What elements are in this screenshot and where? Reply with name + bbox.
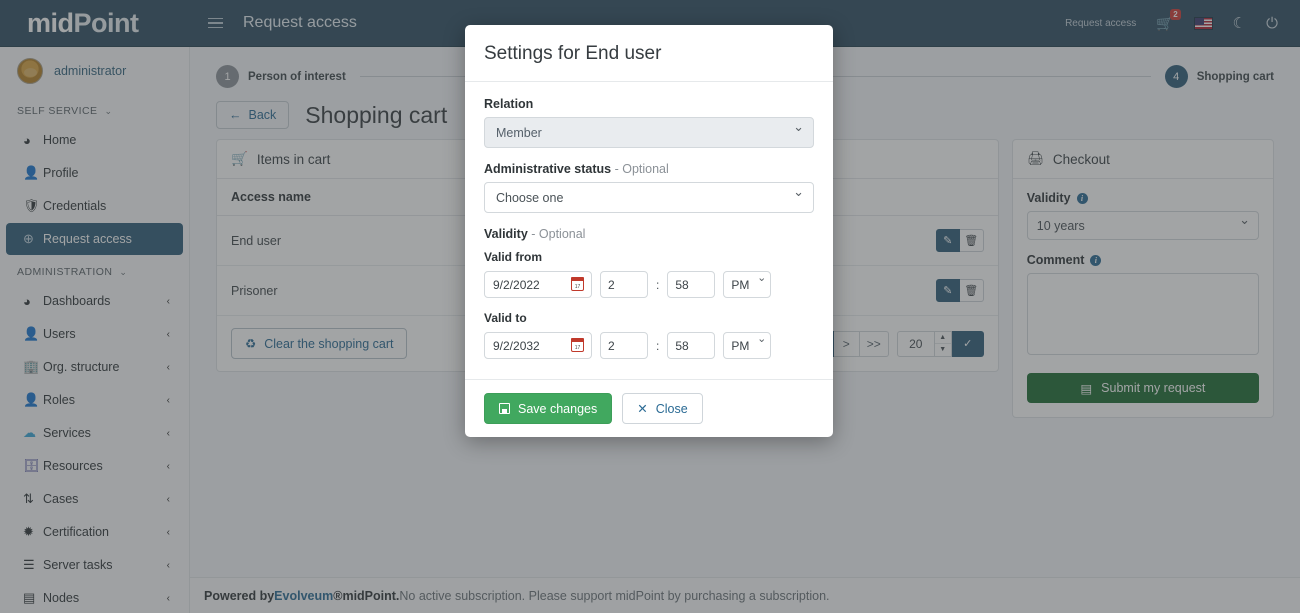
modal-valid-from-ampm-wrap: PM [723,271,771,298]
modal-relation-select-wrap: Member [484,117,814,148]
settings-modal: Settings for End user Relation Member Ad… [465,25,833,437]
x-icon: ✕ [637,401,647,416]
floppy-icon [499,403,510,414]
modal-valid-from-date-value: 9/2/2022 [493,278,540,292]
modal-valid-from-label: Valid from [484,250,814,264]
modal-valid-to-ampm-wrap: PM [723,332,771,359]
modal-footer: Save changes ✕ Close [465,379,833,437]
save-changes-label: Save changes [518,402,597,416]
modal-relation-label-text: Relation [484,97,533,111]
modal-valid-from-minute-input[interactable] [667,271,715,298]
modal-valid-to-hour-input[interactable] [600,332,648,359]
modal-valid-to-minute-input[interactable] [667,332,715,359]
modal-valid-to-row: 9/2/2032 : PM [484,332,814,359]
modal-valid-from-date-field[interactable]: 9/2/2022 [484,271,592,298]
modal-relation-label: Relation [484,97,814,111]
modal-valid-from-row: 9/2/2022 : PM [484,271,814,298]
modal-admin-status-select-wrap: Choose one [484,182,814,213]
modal-validity-optional: - Optional [528,227,586,241]
close-button-label: Close [656,402,688,416]
modal-validity-label: Validity - Optional [484,227,814,241]
app-root: midPoint Request access Request access 🛒… [0,0,1300,613]
calendar-icon[interactable] [571,277,584,291]
modal-title: Settings for End user [465,25,833,82]
modal-valid-to-date-value: 9/2/2032 [493,339,540,353]
modal-valid-from-hour-input[interactable] [600,271,648,298]
modal-admin-status-optional: - Optional [611,162,669,176]
modal-valid-from-colon: : [656,278,659,292]
close-button[interactable]: ✕ Close [622,393,702,424]
modal-valid-to-label: Valid to [484,311,814,325]
modal-body: Relation Member Administrative status - … [465,82,833,379]
modal-valid-to-colon: : [656,339,659,353]
calendar-icon[interactable] [571,338,584,352]
save-changes-button[interactable]: Save changes [484,393,612,424]
modal-valid-to-date-field[interactable]: 9/2/2032 [484,332,592,359]
modal-valid-from-ampm-select[interactable]: PM [723,271,771,298]
modal-admin-status-select[interactable]: Choose one [484,182,814,213]
modal-relation-select[interactable]: Member [484,117,814,148]
modal-valid-to-ampm-select[interactable]: PM [723,332,771,359]
modal-admin-status-label-text: Administrative status [484,162,611,176]
modal-validity-label-text: Validity [484,227,528,241]
modal-admin-status-label: Administrative status - Optional [484,162,814,176]
